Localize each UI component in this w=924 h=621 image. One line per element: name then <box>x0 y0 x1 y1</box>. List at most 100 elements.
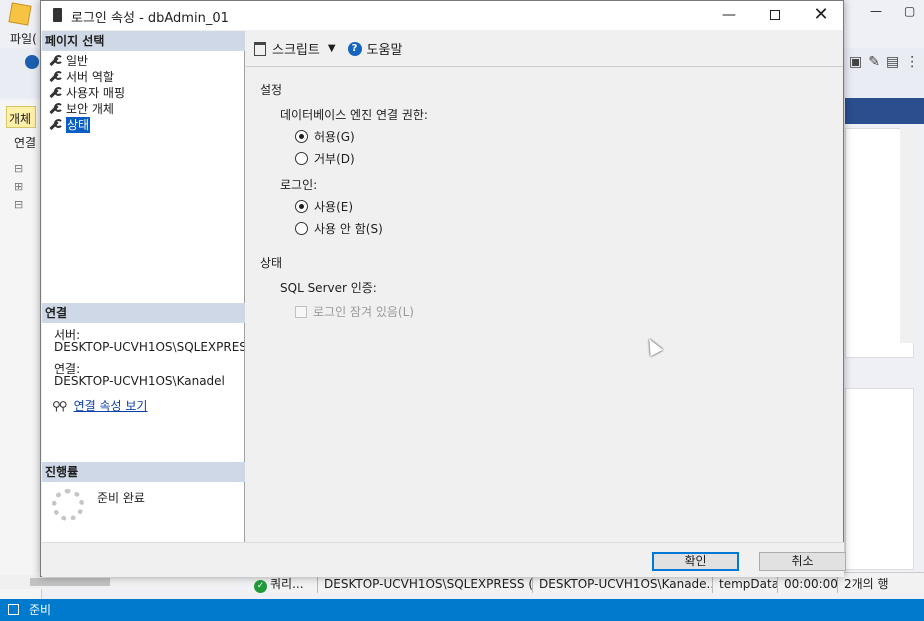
wrench-icon <box>48 55 63 67</box>
script-icon <box>254 41 266 56</box>
deny-radio[interactable]: 거부(D) <box>295 150 355 167</box>
back-arrow-icon[interactable] <box>25 55 39 69</box>
app-logo-icon <box>8 2 32 26</box>
page-item-label: 사용자 매핑 <box>66 86 126 100</box>
login-locked-label: 로그인 잠겨 있음(L) <box>313 305 414 319</box>
success-check-icon: ✓ <box>254 579 267 593</box>
tree-expand-icon[interactable]: ⊞ <box>14 178 34 196</box>
view-connection-properties-link[interactable]: 연결 속성 보기 <box>74 397 148 414</box>
query-elapsed: 00:00:00 <box>778 574 838 593</box>
tree-collapse-icon[interactable]: ⊟ <box>14 160 34 178</box>
close-button[interactable]: ✕ <box>798 1 844 30</box>
radio-selected-icon <box>295 130 308 143</box>
status-window-icon <box>8 604 19 615</box>
permission-label: 데이터베이스 엔진 연결 권한: <box>280 108 428 122</box>
progress-header: 진행률 <box>42 462 245 482</box>
object-explorer-tree: ⊟ ⊞ ⊟ <box>14 160 34 214</box>
connection-value: DESKTOP-UCVH1OS\Kanadel <box>54 374 225 387</box>
maximize-button[interactable] <box>752 1 798 30</box>
enabled-radio[interactable]: 사용(E) <box>295 198 353 215</box>
page-item-label: 상태 <box>66 117 91 133</box>
cancel-button[interactable]: 취소 <box>759 552 846 571</box>
chevron-down-icon[interactable]: ▼ <box>328 43 336 54</box>
document-tab-bar <box>845 98 924 124</box>
object-explorer-connect[interactable]: 연결 <box>14 134 36 151</box>
query-rows: 2개의 행 <box>844 576 889 591</box>
view-connection-properties[interactable]: ⚲⚲ 연결 속성 보기 <box>52 397 147 414</box>
server-value: DESKTOP-UCVH1OS\SQLEXPRESS <box>54 340 244 354</box>
page-item-label: 서버 역할 <box>66 70 114 84</box>
main-window-controls: — ▢ <box>850 0 924 24</box>
page-list: 일반 서버 역할 사용자 매핑 보안 개체 상태 <box>48 53 125 133</box>
main-toolbar-right: ▣ ✎ ▤ ⋮ <box>845 50 924 74</box>
wrench-icon <box>48 119 63 131</box>
wrench-icon <box>48 71 63 83</box>
page-item-user-mapping[interactable]: 사용자 매핑 <box>48 85 125 101</box>
page-select-pane: 페이지 선택 일반 서버 역할 사용자 매핑 보안 개체 상태 연결 서버: D… <box>42 31 245 542</box>
connection-header: 연결 <box>42 303 245 323</box>
page-item-label: 일반 <box>66 54 89 68</box>
page-item-securables[interactable]: 보안 개체 <box>48 101 125 117</box>
minimize-button[interactable]: — <box>706 1 752 30</box>
disabled-radio[interactable]: 사용 안 함(S) <box>295 220 383 237</box>
radio-unselected-icon <box>295 222 308 235</box>
page-select-header: 페이지 선택 <box>42 31 245 51</box>
script-label: 스크립트 <box>272 43 320 58</box>
main-minimize-icon[interactable]: — <box>870 4 882 18</box>
main-status-bar: 준비 <box>0 599 924 621</box>
radio-unselected-icon <box>295 152 308 165</box>
dialog-toolbar: 스크립트 ▼ ? 도움말 <box>246 31 843 67</box>
page-item-server-roles[interactable]: 서버 역할 <box>48 69 125 85</box>
results-grid-area <box>845 388 914 570</box>
grant-radio[interactable]: 허용(G) <box>295 128 355 145</box>
menu-file[interactable]: 파일( <box>10 30 37 47</box>
maximize-icon <box>770 10 780 20</box>
status-header: 상태 <box>260 256 283 270</box>
query-state: 쿼리... <box>270 576 304 591</box>
disabled-label: 사용 안 함(S) <box>314 222 383 236</box>
help-label: 도움말 <box>366 43 403 58</box>
object-explorer-tab[interactable]: 개체 <box>6 106 36 128</box>
sql-auth-label: SQL Server 인증: <box>280 281 377 295</box>
enabled-label: 사용(E) <box>314 200 354 214</box>
wrench-icon <box>48 87 63 99</box>
login-properties-dialog: 로그인 속성 - dbAdmin_01 — ✕ 페이지 선택 일반 서버 역할 … <box>40 0 846 577</box>
page-item-label: 보안 개체 <box>66 102 114 116</box>
progress-status: 준비 완료 <box>97 491 145 505</box>
tree-collapse-icon[interactable]: ⊟ <box>14 196 34 214</box>
ok-button[interactable]: 확인 <box>652 552 739 571</box>
query-database: tempData <box>713 574 778 593</box>
dialog-title: 로그인 속성 - dbAdmin_01 <box>71 11 229 26</box>
help-button[interactable]: ? 도움말 <box>336 39 403 58</box>
toolbar-overflow-icon[interactable]: ⋮ <box>905 54 919 70</box>
login-locked-checkbox: 로그인 잠겨 있음(L) <box>295 303 414 320</box>
server-icon <box>53 8 62 22</box>
page-item-general[interactable]: 일반 <box>48 53 125 69</box>
dialog-footer: 확인 취소 <box>42 542 846 577</box>
query-login: DESKTOP-UCVH1OS\Kanade... <box>533 574 713 593</box>
wrench-tool-icon[interactable]: ✎ <box>868 54 880 70</box>
network-icon: ⚲⚲ <box>52 398 68 413</box>
checkbox-icon <box>295 305 307 318</box>
help-icon: ? <box>347 41 362 56</box>
page-item-status[interactable]: 상태 <box>48 117 125 133</box>
wrench-icon <box>48 103 63 115</box>
toolbox-icon[interactable]: ▤ <box>886 54 899 70</box>
close-icon: ✕ <box>813 4 829 25</box>
explorer-scroll-thumb[interactable] <box>30 578 110 586</box>
main-maximize-icon[interactable]: ▢ <box>904 4 915 18</box>
radio-selected-icon <box>295 200 308 213</box>
progress-spinner-icon <box>52 489 84 521</box>
settings-header: 설정 <box>260 83 283 97</box>
minimize-icon: — <box>722 7 736 23</box>
script-button[interactable]: 스크립트 ▼ <box>254 39 336 58</box>
dialog-titlebar[interactable]: 로그인 속성 - dbAdmin_01 — ✕ <box>41 1 843 30</box>
grant-label: 허용(G) <box>314 130 355 144</box>
login-label: 로그인: <box>280 178 318 192</box>
connection-info: 서버: DESKTOP-UCVH1OS\SQLEXPRESS 연결: DESKT… <box>54 329 244 387</box>
deny-label: 거부(D) <box>314 152 355 166</box>
editor-vertical-scrollbar[interactable] <box>900 128 916 343</box>
main-status-text: 준비 <box>29 603 52 617</box>
query-server: DESKTOP-UCVH1OS\SQLEXPRESS (... <box>318 574 533 593</box>
properties-icon[interactable]: ▣ <box>849 54 862 70</box>
